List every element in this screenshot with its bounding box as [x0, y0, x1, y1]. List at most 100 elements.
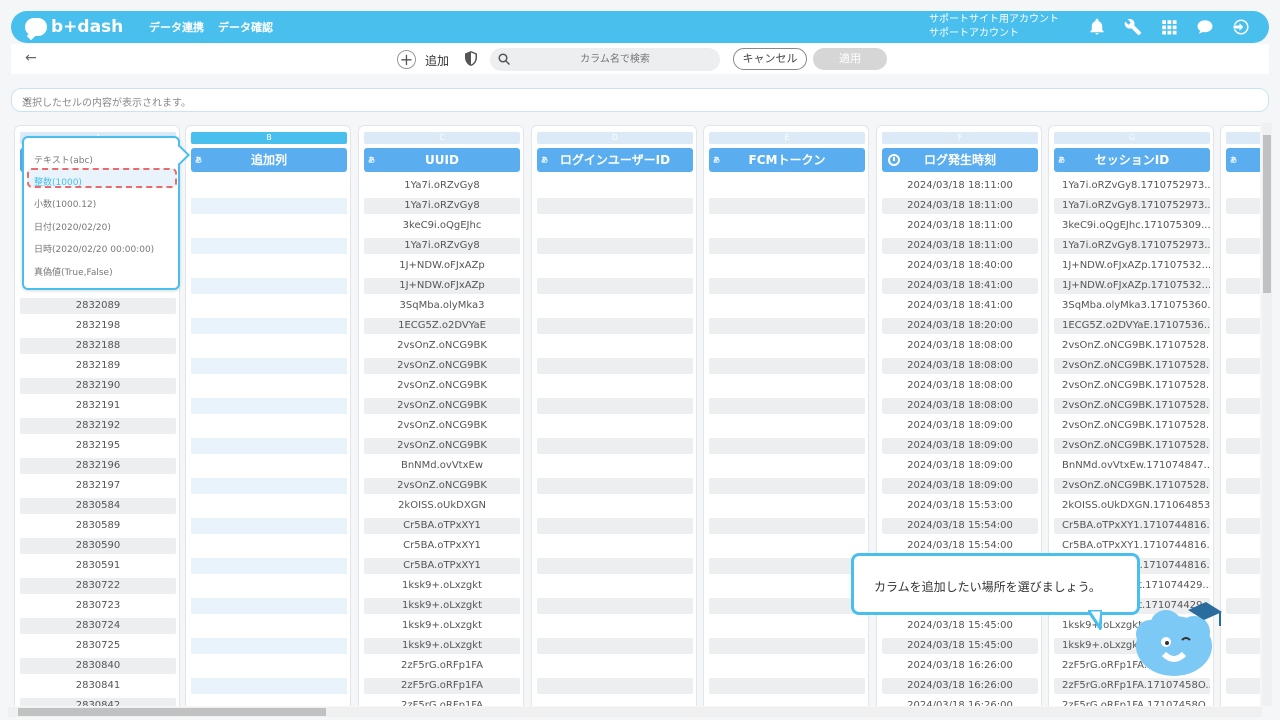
table-cell[interactable]: [191, 318, 347, 334]
table-cell[interactable]: [1226, 638, 1260, 654]
table-cell[interactable]: 1ksk9+.oLxzgkt: [364, 578, 520, 594]
vertical-scrollbar[interactable]: [1262, 123, 1272, 706]
type-option-text[interactable]: テキスト(abc): [34, 153, 93, 166]
column-letter[interactable]: G: [1054, 132, 1210, 144]
table-cell[interactable]: 2830584: [20, 498, 176, 514]
column-header[interactable]: あ ログインユーザーID: [537, 148, 693, 172]
table-cell[interactable]: [709, 258, 865, 274]
column-b[interactable]: B あ 追加列: [185, 125, 351, 706]
horizontal-scroll-thumb[interactable]: [18, 708, 326, 716]
table-cell[interactable]: [709, 578, 865, 594]
search-input[interactable]: [520, 48, 710, 71]
table-cell[interactable]: [1226, 338, 1260, 354]
table-cell[interactable]: 2vsOnZ.oNCG9BK.17107528...: [1054, 398, 1210, 414]
table-cell[interactable]: [1226, 298, 1260, 314]
table-cell[interactable]: [1226, 518, 1260, 534]
table-cell[interactable]: [709, 378, 865, 394]
table-cell[interactable]: [709, 358, 865, 374]
table-cell[interactable]: [191, 298, 347, 314]
table-cell[interactable]: [709, 678, 865, 694]
table-cell[interactable]: 2832089: [20, 298, 176, 314]
table-cell[interactable]: Cr5BA.oTPxXY1: [364, 558, 520, 574]
column-letter[interactable]: E: [709, 132, 865, 144]
table-cell[interactable]: 2830589: [20, 518, 176, 534]
table-cell[interactable]: 1Ya7i.oRZvGy8: [364, 198, 520, 214]
table-cell[interactable]: 1ECG5Z.o2DVYaE: [364, 318, 520, 334]
table-cell[interactable]: 2024/03/18 18:08:00: [882, 358, 1038, 374]
bell-icon[interactable]: [1087, 17, 1107, 37]
table-cell[interactable]: 2830725: [20, 638, 176, 654]
table-cell[interactable]: [537, 698, 693, 706]
table-cell[interactable]: [191, 398, 347, 414]
table-cell[interactable]: 2vsOnZ.oNCG9BK.17107528...: [1054, 338, 1210, 354]
type-option-integer[interactable]: 整数(1000): [34, 175, 82, 188]
table-cell[interactable]: [1226, 678, 1260, 694]
table-cell[interactable]: 1J+NDW.oFJxAZp: [364, 258, 520, 274]
table-cell[interactable]: 2024/03/18 18:41:00: [882, 278, 1038, 294]
table-cell[interactable]: Cr5BA.oTPxXY1: [364, 518, 520, 534]
table-cell[interactable]: 2vsOnZ.oNCG9BK: [364, 478, 520, 494]
table-cell[interactable]: [709, 618, 865, 634]
table-cell[interactable]: [537, 658, 693, 674]
table-cell[interactable]: [1226, 398, 1260, 414]
apply-button[interactable]: 適用: [813, 48, 887, 70]
horizontal-scrollbar[interactable]: [8, 707, 1262, 717]
table-cell[interactable]: 2024/03/18 15:45:00: [882, 638, 1038, 654]
table-cell[interactable]: [709, 438, 865, 454]
table-cell[interactable]: [537, 458, 693, 474]
table-cell[interactable]: 2024/03/18 18:11:00: [882, 198, 1038, 214]
table-cell[interactable]: [709, 218, 865, 234]
table-cell[interactable]: [709, 538, 865, 554]
table-cell[interactable]: [191, 218, 347, 234]
nav-data-check[interactable]: データ確認: [218, 19, 273, 35]
table-cell[interactable]: [1226, 418, 1260, 434]
table-cell[interactable]: [191, 518, 347, 534]
table-cell[interactable]: [537, 438, 693, 454]
table-cell[interactable]: 3keC9i.oQgEJhc.171075309...: [1054, 218, 1210, 234]
table-cell[interactable]: 2vsOnZ.oNCG9BK.17107528...: [1054, 418, 1210, 434]
table-cell[interactable]: 2832197: [20, 478, 176, 494]
table-cell[interactable]: [191, 178, 347, 194]
table-cell[interactable]: 2vsOnZ.oNCG9BK: [364, 378, 520, 394]
table-cell[interactable]: [537, 238, 693, 254]
table-cell[interactable]: 2832196: [20, 458, 176, 474]
column-header[interactable]: あ FCMトークン: [709, 148, 865, 172]
column-letter[interactable]: B: [191, 132, 347, 144]
table-cell[interactable]: [1226, 558, 1260, 574]
table-cell[interactable]: 2830722: [20, 578, 176, 594]
wrench-icon[interactable]: [1123, 17, 1143, 37]
type-option-decimal[interactable]: 小数(1000.12): [34, 197, 96, 210]
table-cell[interactable]: [191, 378, 347, 394]
table-cell[interactable]: [1226, 498, 1260, 514]
table-cell[interactable]: [709, 398, 865, 414]
table-cell[interactable]: [191, 698, 347, 706]
table-cell[interactable]: 2vsOnZ.oNCG9BK.17107528...: [1054, 478, 1210, 494]
table-cell[interactable]: Cr5BA.oTPxXY1: [364, 538, 520, 554]
table-cell[interactable]: 1ksk9+.oLxzgkt: [364, 598, 520, 614]
table-cell[interactable]: [1226, 198, 1260, 214]
table-cell[interactable]: [537, 318, 693, 334]
table-cell[interactable]: [709, 558, 865, 574]
add-column-button[interactable]: +: [397, 50, 416, 69]
logout-icon[interactable]: [1231, 17, 1251, 37]
table-cell[interactable]: 2024/03/18 16:26:00: [882, 658, 1038, 674]
table-cell[interactable]: 2024/03/18 18:09:00: [882, 478, 1038, 494]
chevron-down-icon[interactable]: ⌄: [22, 93, 1256, 104]
table-cell[interactable]: 2024/03/18 18:09:00: [882, 438, 1038, 454]
table-cell[interactable]: [537, 518, 693, 534]
table-cell[interactable]: [537, 198, 693, 214]
column-letter[interactable]: H: [1226, 132, 1260, 144]
table-cell[interactable]: 2832192: [20, 418, 176, 434]
table-cell[interactable]: [537, 378, 693, 394]
table-cell[interactable]: Cr5BA.oTPxXY1.1710744816...: [1054, 538, 1210, 554]
table-cell[interactable]: [191, 618, 347, 634]
table-cell[interactable]: [1226, 458, 1260, 474]
column-header[interactable]: あ UUID: [364, 148, 520, 172]
shield-icon[interactable]: [465, 51, 477, 66]
table-cell[interactable]: [709, 698, 865, 706]
table-cell[interactable]: 2vsOnZ.oNCG9BK: [364, 358, 520, 374]
vertical-scroll-thumb[interactable]: [1263, 135, 1271, 293]
bdash-logo[interactable]: b+dash: [25, 17, 135, 37]
table-cell[interactable]: [537, 218, 693, 234]
table-cell[interactable]: [1226, 218, 1260, 234]
